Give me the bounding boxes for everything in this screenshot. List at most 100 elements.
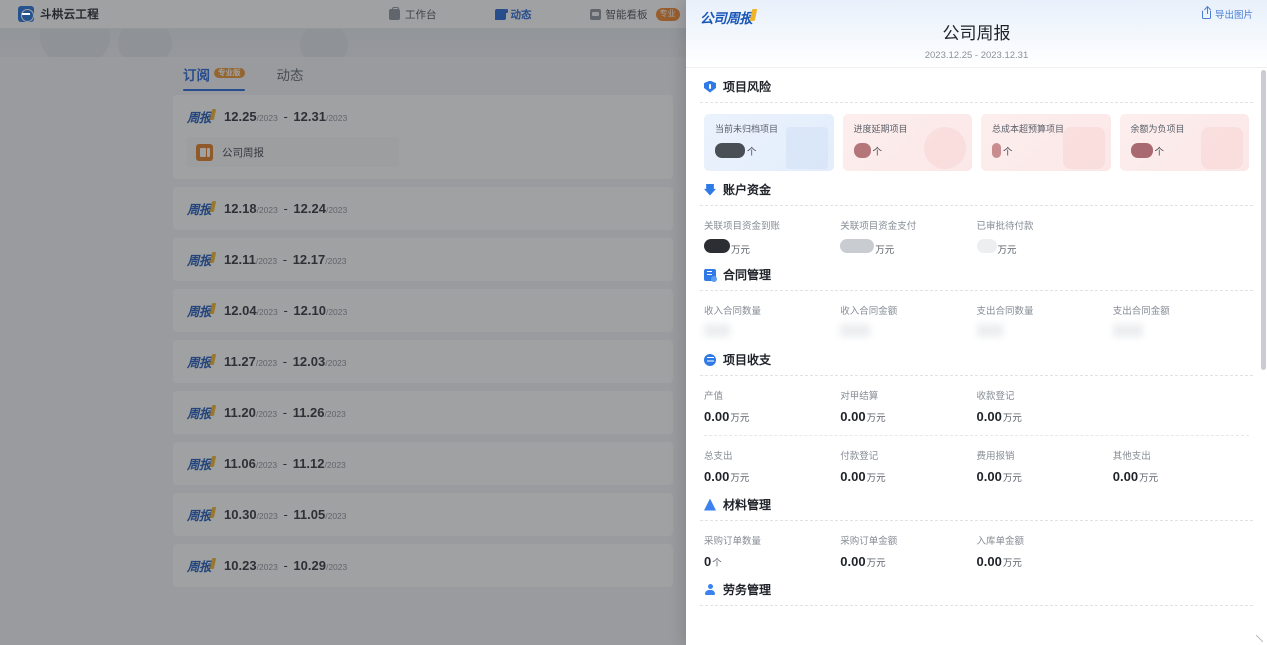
section-divider — [700, 290, 1253, 291]
blurred-value — [1113, 324, 1143, 337]
metric-label: 支出合同数量 — [977, 303, 1113, 317]
risk-card-value — [992, 143, 1001, 158]
export-image-icon — [1202, 10, 1211, 19]
metric-label: 入库单金额 — [977, 533, 1113, 547]
metric-item: 其他支出 0.00万元 — [1113, 448, 1249, 486]
metric-value: 0.00万元 — [1113, 469, 1249, 484]
metric-value: 0.00万元 — [840, 469, 976, 484]
metric-label: 其他支出 — [1113, 448, 1249, 462]
metric-number: 0.00 — [977, 469, 1002, 484]
screen: 斗栱云工程 工作台 动态 智能看板 专业 — [0, 0, 1267, 645]
section-title: 合同管理 — [723, 266, 771, 283]
section-title: 账户资金 — [723, 181, 771, 198]
metric-item: 入库单金额 0.00万元 — [977, 533, 1113, 571]
risk-card-value-row: 个 — [854, 143, 973, 158]
metric-unit: 万元 — [1003, 470, 1022, 484]
metric-item: 关联项目资金到账万元 — [704, 218, 840, 256]
metric-number: 0.00 — [704, 409, 729, 424]
section-账户资金: 账户资金关联项目资金到账万元关联项目资金支付万元已审批待付款万元 — [700, 171, 1253, 256]
section-divider — [700, 520, 1253, 521]
metric-label: 收入合同数量 — [704, 303, 840, 317]
redacted-value — [704, 239, 730, 253]
metric-value: 0.00万元 — [840, 554, 976, 569]
metric-item: 支出合同数量 — [977, 303, 1113, 341]
section-divider — [700, 205, 1253, 206]
metric-unit: 万元 — [867, 470, 886, 484]
metric-item: 已审批待付款万元 — [977, 218, 1113, 256]
blurred-value — [977, 324, 1003, 337]
wallet-icon — [704, 184, 716, 196]
metric-label: 采购订单金额 — [840, 533, 976, 547]
export-image-label: 导出图片 — [1215, 7, 1253, 21]
section-title: 劳务管理 — [723, 581, 771, 598]
metric-unit: 万元 — [730, 410, 749, 424]
metric-label: 费用报销 — [977, 448, 1113, 462]
resize-corner-icon — [1256, 635, 1263, 642]
section-divider — [700, 375, 1253, 376]
metric-unit: 万元 — [1003, 410, 1022, 424]
metric-number: 0.00 — [840, 409, 865, 424]
section-项目风险: 项目风险当前未归档项目个进度延期项目个总成本超预算项目个余额为负项目个 — [700, 68, 1253, 171]
risk-card-label: 进度延期项目 — [854, 122, 973, 135]
metric-row: 关联项目资金到账万元关联项目资金支付万元已审批待付款万元 — [700, 218, 1253, 256]
metric-value: 0.00万元 — [977, 469, 1113, 484]
risk-card[interactable]: 进度延期项目个 — [843, 114, 973, 171]
panel-scrollbar[interactable] — [1261, 70, 1266, 370]
blurred-value — [704, 324, 730, 337]
risk-card-label: 总成本超预算项目 — [992, 122, 1111, 135]
metric-value — [840, 324, 976, 337]
risk-card-value — [1131, 143, 1153, 158]
metric-value: 0个 — [704, 554, 840, 569]
metric-label: 收款登记 — [977, 388, 1113, 402]
metric-unit: 万元 — [867, 410, 886, 424]
metric-value — [977, 324, 1113, 337]
metric-unit: 万元 — [1139, 470, 1158, 484]
metric-label: 采购订单数量 — [704, 533, 840, 547]
risk-card[interactable]: 当前未归档项目个 — [704, 114, 834, 171]
risk-card[interactable]: 总成本超预算项目个 — [981, 114, 1111, 171]
metric-item: 收入合同数量 — [704, 303, 840, 341]
metric-label: 对甲结算 — [840, 388, 976, 402]
metric-value: 0.00万元 — [977, 554, 1113, 569]
risk-card-unit: 个 — [873, 144, 883, 158]
risk-card-unit: 个 — [1155, 144, 1165, 158]
blurred-value — [840, 324, 870, 337]
risk-card-value-row: 个 — [1131, 143, 1250, 158]
metric-item: 关联项目资金支付万元 — [840, 218, 976, 256]
metric-number: 0.00 — [704, 469, 729, 484]
panel-body[interactable]: 项目风险当前未归档项目个进度延期项目个总成本超预算项目个余额为负项目个账户资金关… — [686, 68, 1267, 645]
risk-card[interactable]: 余额为负项目个 — [1120, 114, 1250, 171]
section-title: 项目风险 — [723, 78, 771, 95]
redacted-value — [977, 239, 997, 253]
metric-label: 已审批待付款 — [977, 218, 1113, 232]
metric-row: 收入合同数量收入合同金额支出合同数量支出合同金额 — [700, 303, 1253, 341]
metric-unit: 个 — [712, 555, 722, 569]
metric-number: 0.00 — [840, 554, 865, 569]
panel-logo: 公司周报 — [700, 7, 752, 27]
section-合同管理: 合同管理收入合同数量收入合同金额支出合同数量支出合同金额 — [700, 256, 1253, 341]
risk-card-label: 余额为负项目 — [1131, 122, 1250, 135]
export-image-button[interactable]: 导出图片 — [1202, 7, 1253, 21]
section-header: 合同管理 — [700, 266, 1253, 283]
metric-value: 0.00万元 — [840, 409, 976, 424]
metric-number: 0.00 — [840, 469, 865, 484]
metric-unit: 万元 — [875, 242, 894, 256]
shield-icon — [704, 81, 716, 93]
section-header: 账户资金 — [700, 181, 1253, 198]
risk-card-value-row: 个 — [992, 143, 1111, 158]
metric-item: 收入合同金额 — [840, 303, 976, 341]
metric-item: 费用报销 0.00万元 — [977, 448, 1113, 486]
risk-card-label: 当前未归档项目 — [715, 122, 834, 135]
section-材料管理: 材料管理采购订单数量0个采购订单金额0.00万元入库单金额0.00万元 — [700, 486, 1253, 571]
metric-row: 产值0.00万元对甲结算0.00万元收款登记0.00万元 — [700, 388, 1253, 426]
metric-number: 0.00 — [1113, 469, 1138, 484]
metric-item: 产值 0.00万元 — [704, 388, 840, 426]
metric-label: 产值 — [704, 388, 840, 402]
metric-number: 0 — [704, 554, 711, 569]
metric-unit: 万元 — [730, 470, 749, 484]
section-title: 材料管理 — [723, 496, 771, 513]
metric-label: 总支出 — [704, 448, 840, 462]
metric-row-divider — [704, 435, 1249, 436]
section-header: 项目风险 — [700, 78, 1253, 95]
redacted-value — [840, 239, 874, 253]
